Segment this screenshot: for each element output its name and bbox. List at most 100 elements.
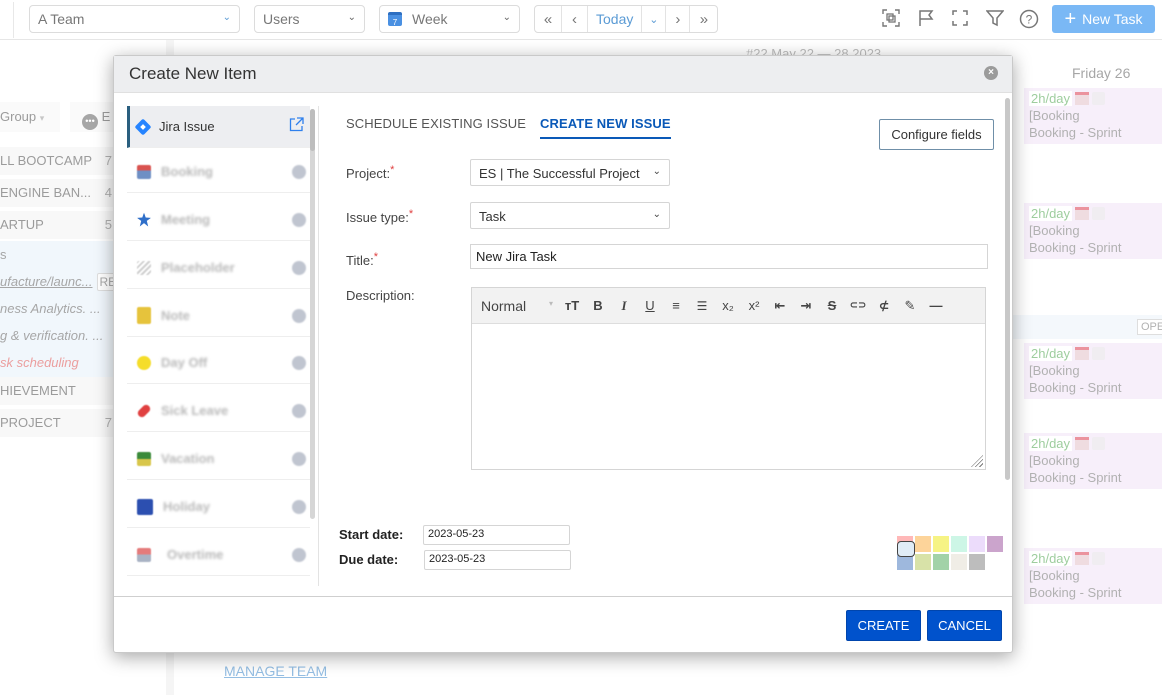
form-scrollbar[interactable] [1005, 98, 1010, 480]
item-type-overtime[interactable]: Overtime [127, 534, 310, 576]
color-swatch[interactable] [951, 536, 967, 552]
create-button[interactable]: CREATE [846, 610, 921, 641]
svg-text:?: ? [1026, 13, 1033, 27]
date-navigation: « ‹ Today ⌄ › » [534, 5, 719, 33]
plus-icon: + [1064, 8, 1077, 30]
last-page-button[interactable]: » [690, 6, 717, 32]
close-icon[interactable]: × [984, 66, 998, 80]
info-icon[interactable] [292, 260, 306, 275]
info-icon[interactable] [292, 164, 306, 179]
bullet-list-icon[interactable]: ☰ [689, 299, 715, 313]
info-icon[interactable] [292, 308, 306, 323]
subscript-icon[interactable]: x₂ [715, 298, 741, 313]
vacation-icon [137, 451, 151, 466]
item-type-booking[interactable]: Booking [127, 151, 310, 193]
color-swatch[interactable] [933, 554, 949, 570]
item-type-holiday[interactable]: Holiday [127, 486, 310, 528]
outdent-icon[interactable]: ⇤ [767, 298, 793, 314]
new-task-button[interactable]: + New Task [1052, 5, 1155, 33]
item-type-scrollbar[interactable] [310, 109, 315, 519]
ordered-list-icon[interactable]: ≡ [663, 298, 689, 313]
today-dropdown-button[interactable]: ⌄ [642, 6, 667, 32]
tab-create-new-issue[interactable]: CREATE NEW ISSUE [540, 116, 671, 139]
title-input[interactable]: New Jira Task [470, 244, 988, 269]
color-swatch[interactable] [933, 536, 949, 552]
item-type-note[interactable]: Note [127, 295, 310, 337]
today-button[interactable]: Today [588, 6, 643, 32]
jira-icon [134, 118, 152, 135]
project-select[interactable]: ES | The Successful Project ⌄ [470, 159, 670, 186]
color-swatch[interactable] [987, 536, 1003, 552]
filter-icon[interactable] [985, 9, 1005, 29]
issue-type-label: Issue type:* [346, 208, 413, 225]
description-textarea[interactable] [472, 324, 985, 469]
clear-format-icon[interactable]: ✎ [897, 298, 923, 314]
color-swatch[interactable] [969, 554, 985, 570]
font-size-icon[interactable]: тT [559, 298, 585, 313]
title-label: Title:* [346, 251, 378, 268]
new-task-label: New Task [1082, 11, 1143, 27]
info-icon[interactable] [292, 547, 306, 562]
help-icon[interactable]: ? [1019, 9, 1039, 29]
required-mark: * [373, 251, 378, 263]
sun-icon [137, 355, 151, 370]
dialog-header: Create New Item × [114, 56, 1012, 93]
horizontal-rule-icon[interactable]: — [923, 298, 949, 313]
title-label-text: Title: [346, 253, 374, 268]
unlink-icon[interactable]: ⊄ [871, 298, 897, 314]
item-type-vacation[interactable]: Vacation [127, 438, 310, 480]
underline-icon[interactable]: U [637, 298, 663, 313]
item-type-jira-issue[interactable]: Jira Issue [127, 106, 310, 148]
create-item-dialog: Create New Item × Jira Issue Booking Mee… [113, 55, 1013, 653]
external-link-icon[interactable] [289, 117, 304, 136]
format-select[interactable]: Normal [481, 298, 559, 314]
chevron-down-icon: ⌄ [347, 12, 356, 23]
project-select-value: ES | The Successful Project [479, 166, 640, 181]
project-label-text: Project: [346, 166, 391, 181]
item-type-scrollbar-thumb[interactable] [310, 109, 315, 151]
flag-icon[interactable] [916, 9, 936, 29]
info-icon[interactable] [292, 403, 306, 418]
item-type-label: Holiday [163, 499, 210, 514]
first-page-button[interactable]: « [535, 6, 562, 32]
start-date-input[interactable]: 2023-05-23 [423, 525, 570, 545]
strikethrough-icon[interactable]: S [819, 298, 845, 313]
users-select[interactable]: Users ⌄ [254, 5, 365, 33]
item-type-meeting[interactable]: Meeting [127, 199, 310, 241]
team-select[interactable]: A Team ⌄ [29, 5, 240, 33]
color-swatch[interactable] [969, 536, 985, 552]
configure-fields-button[interactable]: Configure fields [879, 119, 994, 150]
superscript-icon[interactable]: x² [741, 298, 767, 313]
info-icon[interactable] [292, 212, 306, 227]
editor-toolbar: Normal тT B I U ≡ ☰ x₂ x² ⇤ ⇥ S ⊂⊃ ⊄ ✎ — [472, 288, 985, 324]
tab-schedule-existing-issue[interactable]: SCHEDULE EXISTING ISSUE [346, 116, 526, 139]
next-button[interactable]: › [666, 6, 691, 32]
info-icon[interactable] [292, 451, 306, 466]
italic-icon[interactable]: I [611, 298, 637, 314]
period-select[interactable]: 7 Week ⌄ [379, 5, 520, 33]
link-icon[interactable]: ⊂⊃ [845, 300, 871, 311]
prev-button[interactable]: ‹ [562, 6, 588, 32]
item-type-sick-leave[interactable]: Sick Leave [127, 390, 310, 432]
issue-type-select[interactable]: Task ⌄ [470, 202, 670, 229]
info-icon[interactable] [292, 355, 306, 370]
due-date-input[interactable]: 2023-05-23 [424, 550, 571, 570]
item-type-placeholder[interactable]: Placeholder [127, 247, 310, 289]
focus-icon[interactable] [881, 9, 901, 29]
item-type-list: Jira Issue Booking Meeting Placeholder N… [127, 106, 317, 586]
required-mark: * [390, 164, 395, 176]
bold-icon[interactable]: B [585, 298, 611, 313]
color-swatch[interactable] [951, 554, 967, 570]
cancel-button[interactable]: CANCEL [927, 610, 1002, 641]
color-swatch[interactable] [915, 536, 931, 552]
indent-icon[interactable]: ⇥ [793, 298, 819, 314]
item-type-day-off[interactable]: Day Off [127, 342, 310, 384]
color-swatch[interactable] [897, 541, 915, 557]
team-select-value: A Team [38, 11, 85, 27]
panel-separator [318, 106, 319, 586]
dialog-title: Create New Item [129, 64, 257, 83]
required-mark: * [408, 208, 414, 220]
color-swatch[interactable] [915, 554, 931, 570]
fullscreen-icon[interactable] [950, 9, 970, 29]
info-icon[interactable] [292, 499, 306, 514]
